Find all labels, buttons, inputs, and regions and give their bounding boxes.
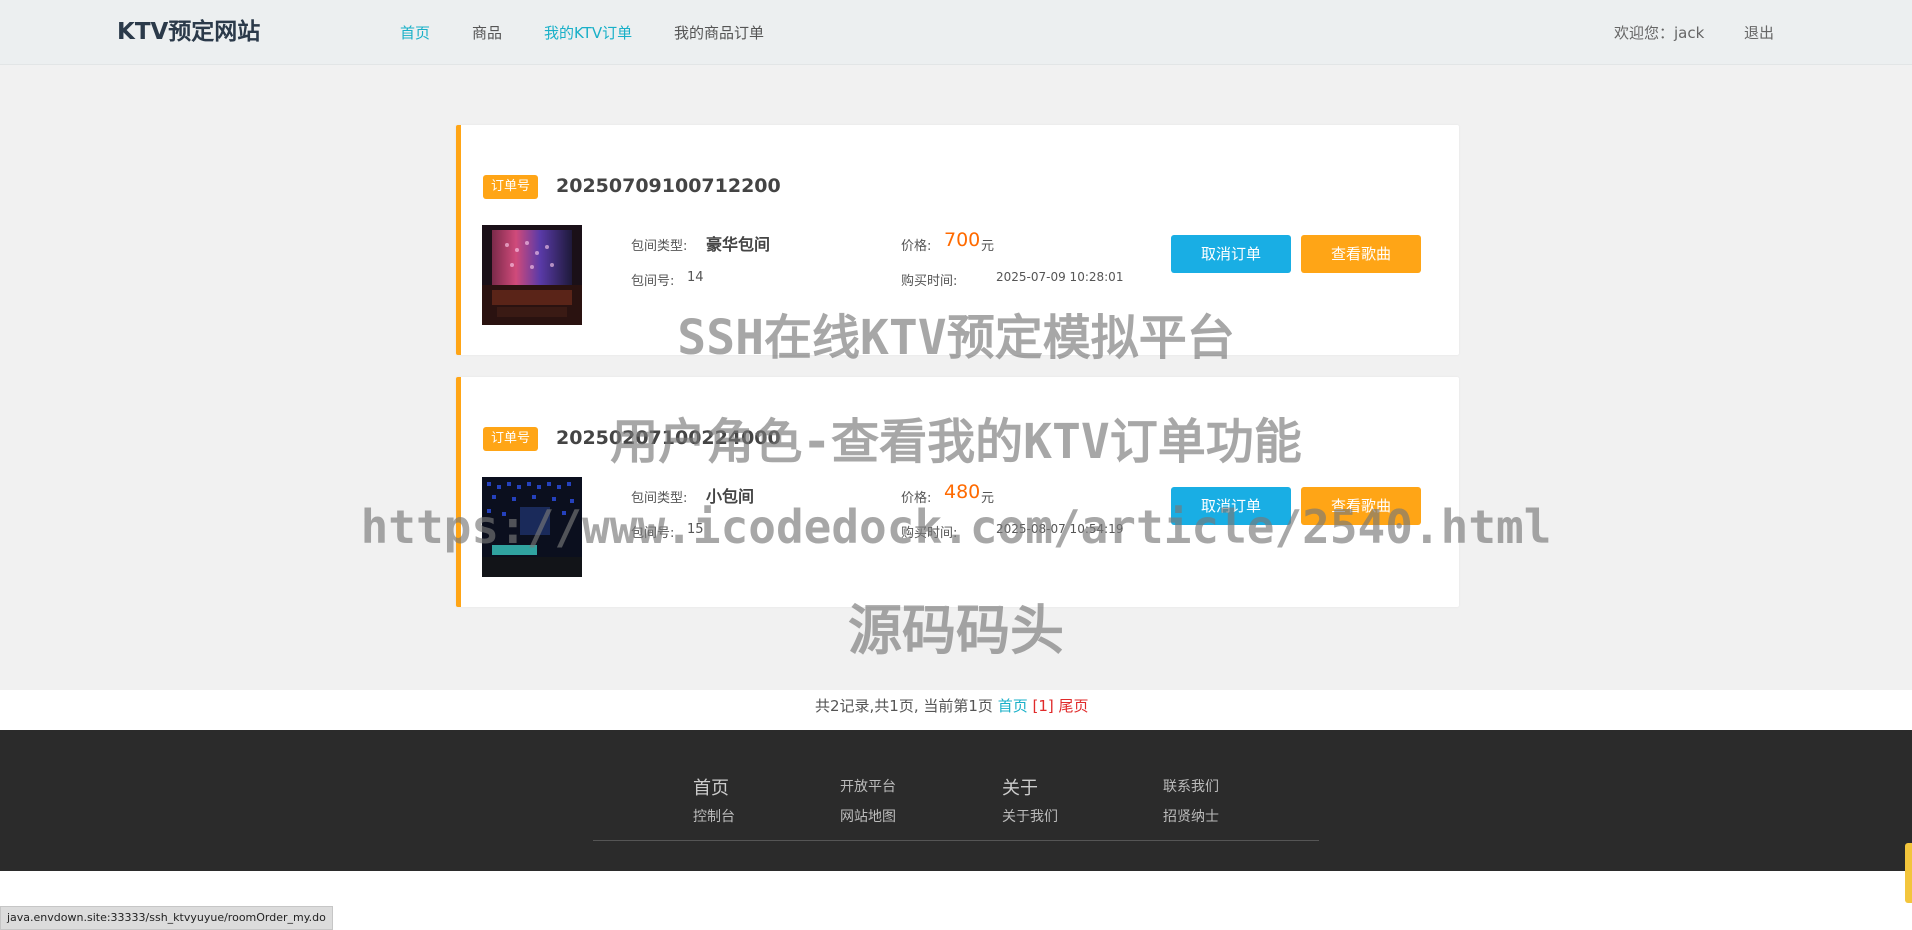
room-type-label: 包间类型:: [631, 491, 688, 506]
price-unit: 元: [981, 491, 995, 506]
cancel-order-button[interactable]: 取消订单: [1171, 487, 1291, 525]
room-type-value: 豪华包间: [706, 235, 771, 254]
nav-home[interactable]: 首页: [400, 22, 430, 43]
footer-divider: [593, 840, 1319, 841]
pagination-current[interactable]: [1]: [1033, 697, 1054, 715]
browser-status-url: java.envdown.site:33333/ssh_ktvyuyue/roo…: [0, 906, 333, 930]
purchase-time-label: 购买时间:: [901, 526, 958, 541]
footer-link-contact[interactable]: 联系我们: [1163, 776, 1219, 796]
price-label: 价格:: [901, 239, 932, 254]
cancel-order-button[interactable]: 取消订单: [1171, 235, 1291, 273]
room-no-value: 14: [687, 270, 704, 285]
order-number: 20250207100224000: [556, 427, 781, 449]
pagination-first[interactable]: 首页: [998, 697, 1028, 715]
welcome-user: 欢迎您：jack: [1614, 24, 1705, 42]
view-songs-button[interactable]: 查看歌曲: [1301, 487, 1421, 525]
room-image: [482, 225, 582, 325]
footer-link-careers[interactable]: 招贤纳士: [1163, 806, 1219, 826]
purchase-time-label: 购买时间:: [901, 274, 958, 289]
view-songs-button[interactable]: 查看歌曲: [1301, 235, 1421, 273]
room-no-label: 包间号:: [631, 274, 675, 289]
pagination: 共2记录,共1页, 当前第1页 首页 [1] 尾页: [815, 695, 1089, 716]
order-number: 20250709100712200: [556, 175, 781, 197]
nav-products[interactable]: 商品: [472, 22, 502, 43]
nav-my-product-orders[interactable]: 我的商品订单: [674, 22, 764, 43]
price-value: 480: [944, 481, 981, 503]
footer-link-about[interactable]: 关于: [1002, 774, 1038, 800]
pagination-last[interactable]: 尾页: [1059, 697, 1089, 715]
price-value: 700: [944, 229, 981, 251]
purchase-time-value: 2025-07-09 10:28:01: [996, 270, 1124, 284]
room-image: [482, 477, 582, 577]
footer-link-sitemap[interactable]: 网站地图: [840, 806, 896, 826]
footer-link-home[interactable]: 首页: [693, 774, 729, 800]
site-logo[interactable]: KTV预定网站: [117, 12, 260, 46]
side-scroll-handle[interactable]: [1905, 843, 1912, 903]
logout-link[interactable]: 退出: [1744, 22, 1774, 43]
purchase-time-value: 2025-08-07 10:54:19: [996, 522, 1124, 536]
main-content: 订单号 20250709100712200 包间类型: 豪华包间 包间号: 14…: [0, 65, 1912, 715]
footer-link-console[interactable]: 控制台: [693, 806, 735, 826]
order-badge: 订单号: [483, 427, 539, 451]
room-no-value: 15: [687, 522, 704, 537]
top-navbar: KTV预定网站 首页 商品 我的KTV订单 我的商品订单 欢迎您：jack 退出: [0, 0, 1912, 65]
footer: 首页 控制台 开放平台 网站地图 关于 关于我们 联系我们 招贤纳士: [0, 730, 1912, 871]
room-type-value: 小包间: [706, 487, 755, 506]
footer-link-about-us[interactable]: 关于我们: [1002, 806, 1058, 826]
order-badge: 订单号: [483, 175, 539, 199]
room-no-label: 包间号:: [631, 526, 675, 541]
room-type-label: 包间类型:: [631, 239, 688, 254]
nav-my-ktv-orders[interactable]: 我的KTV订单: [544, 22, 632, 43]
order-card: 订单号 20250207100224000 包间类型: 小包间 包间号: 15 …: [456, 377, 1459, 607]
price-label: 价格:: [901, 491, 932, 506]
footer-link-open-platform[interactable]: 开放平台: [840, 776, 896, 796]
price-unit: 元: [981, 239, 995, 254]
order-card: 订单号 20250709100712200 包间类型: 豪华包间 包间号: 14…: [456, 125, 1459, 355]
pagination-summary: 共2记录,共1页, 当前第1页: [815, 697, 993, 715]
